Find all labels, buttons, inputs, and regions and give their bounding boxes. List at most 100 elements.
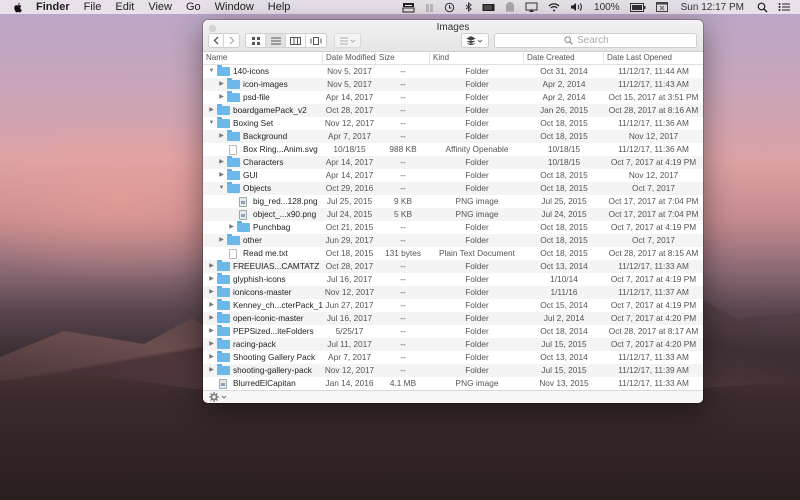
- file-row[interactable]: Box Ring...Anim.svg 10/18/15 988 KB Affinit…: [203, 143, 703, 156]
- file-name: Objects: [243, 183, 272, 193]
- disclosure-triangle-closed-icon[interactable]: ▶: [207, 273, 216, 286]
- disclosure-triangle-closed-icon[interactable]: ▶: [217, 78, 226, 91]
- file-row[interactable]: ▶ Punchbag Oct 21, 2015 -- Folder Oct 18, 201…: [203, 221, 703, 234]
- arrange-button[interactable]: [334, 33, 361, 48]
- battery-icon[interactable]: [629, 0, 646, 14]
- disclosure-triangle-closed-icon[interactable]: ▶: [227, 221, 236, 234]
- folder-icon: [216, 312, 230, 324]
- search-input[interactable]: [577, 35, 627, 46]
- file-name-cell: ▶ PEPSized...iteFolders: [203, 325, 323, 338]
- wifi-icon[interactable]: [548, 0, 560, 14]
- disclosure-triangle-open-icon[interactable]: ▼: [207, 117, 216, 130]
- battery-percent[interactable]: 100%: [594, 0, 620, 14]
- file-name-cell: Read me.txt: [203, 247, 323, 260]
- file-row[interactable]: big_red...128.png Jul 25, 2015 9 KB PNG ima…: [203, 195, 703, 208]
- file-row[interactable]: ▶ glyphish-icons Jul 16, 2017 -- Folder 1/10/…: [203, 273, 703, 286]
- file-row[interactable]: ▶ Characters Apr 14, 2017 -- Folder 10/18/15 O…: [203, 156, 703, 169]
- disclosure-triangle-closed-icon[interactable]: ▶: [217, 234, 226, 247]
- disclosure-triangle-closed-icon[interactable]: ▶: [207, 351, 216, 364]
- cover-flow-button[interactable]: [306, 34, 326, 47]
- dropbox-button[interactable]: [461, 33, 489, 48]
- file-row[interactable]: ▼ Objects Oct 29, 2016 -- Folder Oct 18, 2015…: [203, 182, 703, 195]
- column-header-kind[interactable]: Kind: [430, 52, 524, 64]
- disclosure-triangle-closed-icon[interactable]: ▶: [217, 156, 226, 169]
- disclosure-triangle-closed-icon[interactable]: ▶: [217, 91, 226, 104]
- file-row[interactable]: ▶ Shooting Gallery Pack Apr 7, 2017 -- Folde…: [203, 351, 703, 364]
- column-header-date-modified[interactable]: Date Modified: [323, 52, 376, 64]
- file-row[interactable]: ▶ racing-pack Jul 11, 2017 -- Folder Jul 15, …: [203, 338, 703, 351]
- dropbox-dropdown[interactable]: [462, 34, 488, 47]
- menu-window[interactable]: Window: [215, 0, 254, 14]
- document-icon: [226, 144, 240, 155]
- size-cell: --: [400, 313, 406, 323]
- menu-edit[interactable]: Edit: [115, 0, 134, 14]
- file-row[interactable]: ▶ GUI Apr 14, 2017 -- Folder Oct 18, 2015 Nov …: [203, 169, 703, 182]
- menu-file[interactable]: File: [84, 0, 102, 14]
- volume-icon[interactable]: [570, 0, 584, 14]
- time-machine-icon[interactable]: [444, 0, 455, 14]
- file-row[interactable]: ▼ 140-icons Nov 5, 2017 -- Folder Oct 31, 201…: [203, 65, 703, 78]
- filemerge-icon[interactable]: [402, 0, 415, 14]
- list-view-button[interactable]: [266, 34, 286, 47]
- spotlight-icon[interactable]: [757, 0, 768, 14]
- disclosure-triangle-closed-icon[interactable]: ▶: [207, 325, 216, 338]
- column-header-name[interactable]: Name: [203, 52, 323, 64]
- disclosure-triangle-closed-icon[interactable]: ▶: [217, 130, 226, 143]
- menu-view[interactable]: View: [148, 0, 172, 14]
- folder-icon: [226, 234, 240, 246]
- notification-center-icon[interactable]: [778, 0, 790, 14]
- bluetooth-icon[interactable]: [465, 0, 472, 14]
- icon-view-button[interactable]: [246, 34, 266, 47]
- disclosure-triangle-closed-icon[interactable]: ▶: [207, 260, 216, 273]
- menu-finder[interactable]: Finder: [36, 0, 70, 14]
- file-row[interactable]: ▶ psd-file Apr 14, 2017 -- Folder Apr 2, 2014…: [203, 91, 703, 104]
- search-field[interactable]: [494, 33, 697, 48]
- menu-clock[interactable]: Sun 12:17 PM: [681, 0, 744, 14]
- menu-help[interactable]: Help: [268, 0, 291, 14]
- column-header-date-created[interactable]: Date Created: [524, 52, 604, 64]
- disclosure-triangle-closed-icon[interactable]: ▶: [207, 312, 216, 325]
- file-row[interactable]: ▶ shooting-gallery-pack Nov 12, 2017 -- Fold…: [203, 364, 703, 377]
- disclosure-triangle-open-icon[interactable]: ▼: [207, 65, 216, 78]
- memory-icon[interactable]: [482, 0, 495, 14]
- date-modified-cell: Nov 12, 2017: [324, 118, 375, 128]
- size-cell: --: [400, 183, 406, 193]
- column-header-date-last-opened[interactable]: Date Last Opened: [604, 52, 703, 64]
- file-name: 140-icons: [233, 66, 269, 76]
- disclosure-triangle-closed-icon[interactable]: ▶: [207, 299, 216, 312]
- file-row[interactable]: ▶ icon-images Nov 5, 2017 -- Folder Apr 2, 20…: [203, 78, 703, 91]
- action-menu-button[interactable]: [209, 392, 227, 402]
- column-header-size[interactable]: Size: [376, 52, 430, 64]
- ghost-icon[interactable]: [505, 0, 515, 14]
- file-row[interactable]: BlurredElCapitan Jan 14, 2016 4.1 MB PNG im…: [203, 377, 703, 390]
- kind-cell: PNG image: [455, 196, 499, 206]
- airplay-icon[interactable]: [525, 0, 538, 14]
- disclosure-triangle-open-icon[interactable]: ▼: [217, 182, 226, 195]
- arrange-dropdown[interactable]: [335, 34, 360, 47]
- file-row[interactable]: ▶ FREEUIAS...CAMTATZ Oct 28, 2017 -- Folder O…: [203, 260, 703, 273]
- file-row[interactable]: ▶ open-iconic-master Jul 16, 2017 -- Folder J…: [203, 312, 703, 325]
- disclosure-triangle-closed-icon[interactable]: ▶: [207, 104, 216, 117]
- back-button[interactable]: [209, 34, 224, 47]
- disclosure-triangle-closed-icon[interactable]: ▶: [207, 338, 216, 351]
- disclosure-triangle-closed-icon[interactable]: ▶: [217, 169, 226, 182]
- file-row[interactable]: ▶ other Jun 29, 2017 -- Folder Oct 18, 2015 Oc…: [203, 234, 703, 247]
- display-icon[interactable]: [655, 0, 668, 14]
- forward-button[interactable]: [224, 34, 239, 47]
- column-view-button[interactable]: [286, 34, 306, 47]
- disclosure-triangle-closed-icon[interactable]: ▶: [207, 286, 216, 299]
- file-row[interactable]: Read me.txt Oct 18, 2015 131 bytes Plain Te…: [203, 247, 703, 260]
- apple-icon[interactable]: [12, 1, 24, 13]
- kind-cell: Folder: [465, 235, 489, 245]
- disclosure-triangle-closed-icon[interactable]: ▶: [207, 364, 216, 377]
- file-row[interactable]: ▶ PEPSized...iteFolders 5/25/17 -- Folder Oct…: [203, 325, 703, 338]
- file-row[interactable]: ▶ Background Apr 7, 2017 -- Folder Oct 18, 20…: [203, 130, 703, 143]
- file-row[interactable]: object_...x90.png Jul 24, 2015 5 KB PNG ima…: [203, 208, 703, 221]
- date-last-opened-cell: Oct 7, 2017 at 4:19 PM: [610, 300, 697, 310]
- file-row[interactable]: ▼ Boxing Set Nov 12, 2017 -- Folder Oct 18, 2…: [203, 117, 703, 130]
- battery-gauge-icon[interactable]: [425, 0, 434, 14]
- file-row[interactable]: ▶ ionicons-master Nov 12, 2017 -- Folder 1/11…: [203, 286, 703, 299]
- file-row[interactable]: ▶ boardgamePack_v2 Oct 28, 2017 -- Folder Jan…: [203, 104, 703, 117]
- menu-go[interactable]: Go: [186, 0, 201, 14]
- file-row[interactable]: ▶ Kenney_ch...cterPack_1 Jun 27, 2017 -- Fol…: [203, 299, 703, 312]
